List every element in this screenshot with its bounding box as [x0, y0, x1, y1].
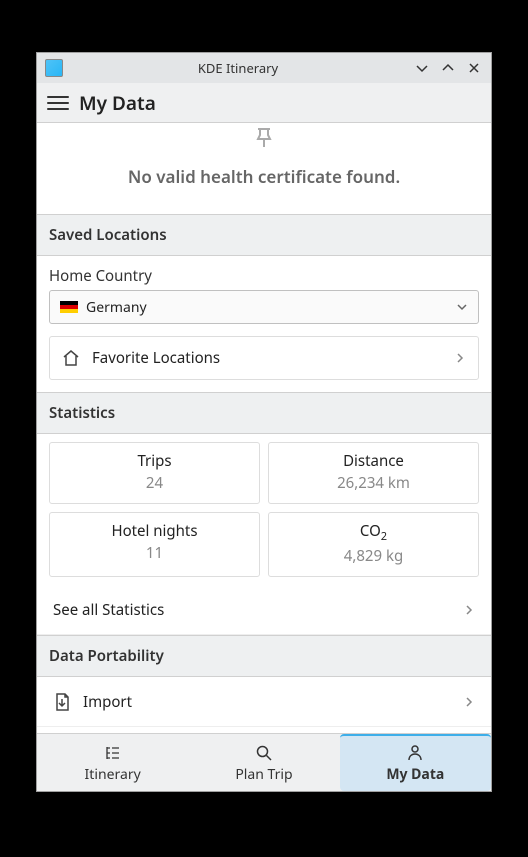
home-country-label: Home Country: [37, 256, 491, 290]
menu-button[interactable]: [47, 92, 69, 114]
section-data-portability: Data Portability: [37, 635, 491, 677]
stat-co2-value: 4,829 kg: [273, 546, 474, 566]
import-label: Import: [83, 692, 451, 712]
nav-itinerary-label: Itinerary: [85, 765, 141, 784]
health-cert-empty: No valid health certificate found.: [37, 149, 491, 214]
export-item[interactable]: Export: [37, 727, 491, 733]
chevron-right-icon: [463, 599, 475, 621]
stat-hotel-nights-label: Hotel nights: [54, 521, 255, 541]
import-item[interactable]: Import: [37, 677, 491, 727]
stat-trips: Trips 24: [49, 442, 260, 504]
stat-distance-label: Distance: [273, 451, 474, 471]
stat-trips-value: 24: [54, 473, 255, 493]
home-country-select[interactable]: Germany: [49, 290, 479, 324]
stat-hotel-nights-value: 11: [54, 543, 255, 563]
stat-distance-value: 26,234 km: [273, 473, 474, 493]
chevron-right-icon: [463, 691, 475, 713]
nav-my-data[interactable]: My Data: [340, 734, 491, 791]
app-icon: [45, 59, 63, 77]
section-statistics: Statistics: [37, 392, 491, 434]
nav-plan-trip[interactable]: Plan Trip: [188, 734, 339, 791]
person-icon: [406, 743, 424, 763]
stat-co2: CO2 4,829 kg: [268, 512, 479, 577]
chevron-right-icon: [454, 347, 466, 369]
stat-distance: Distance 26,234 km: [268, 442, 479, 504]
window-title: KDE Itinerary: [71, 59, 405, 77]
maximize-button[interactable]: [439, 59, 457, 77]
stats-grid: Trips 24 Distance 26,234 km Hotel nights…: [37, 434, 491, 585]
app-window: KDE Itinerary My Data No valid health ce…: [36, 52, 492, 792]
home-icon: [62, 349, 80, 367]
page-header: My Data: [37, 83, 491, 123]
pin-icon: [37, 123, 491, 149]
close-button[interactable]: [465, 59, 483, 77]
section-saved-locations: Saved Locations: [37, 214, 491, 256]
nav-plan-trip-label: Plan Trip: [235, 765, 292, 784]
see-all-statistics-label: See all Statistics: [53, 600, 451, 620]
favorite-locations-item[interactable]: Favorite Locations: [49, 336, 479, 380]
minimize-button[interactable]: [413, 59, 431, 77]
favorite-locations-label: Favorite Locations: [92, 348, 442, 368]
titlebar: KDE Itinerary: [37, 53, 491, 83]
itinerary-icon: [104, 743, 122, 763]
see-all-statistics[interactable]: See all Statistics: [37, 585, 491, 635]
nav-itinerary[interactable]: Itinerary: [37, 734, 188, 791]
home-country-value: Germany: [86, 298, 456, 317]
stat-co2-label: CO2: [273, 521, 474, 544]
nav-my-data-label: My Data: [386, 765, 444, 784]
stat-hotel-nights: Hotel nights 11: [49, 512, 260, 577]
search-icon: [255, 743, 273, 763]
import-icon: [53, 693, 71, 711]
flag-germany-icon: [60, 301, 78, 313]
stat-trips-label: Trips: [54, 451, 255, 471]
chevron-down-icon: [456, 296, 468, 318]
content-area: No valid health certificate found. Saved…: [37, 123, 491, 733]
page-title: My Data: [79, 90, 156, 116]
bottom-nav: Itinerary Plan Trip My Data: [37, 733, 491, 791]
